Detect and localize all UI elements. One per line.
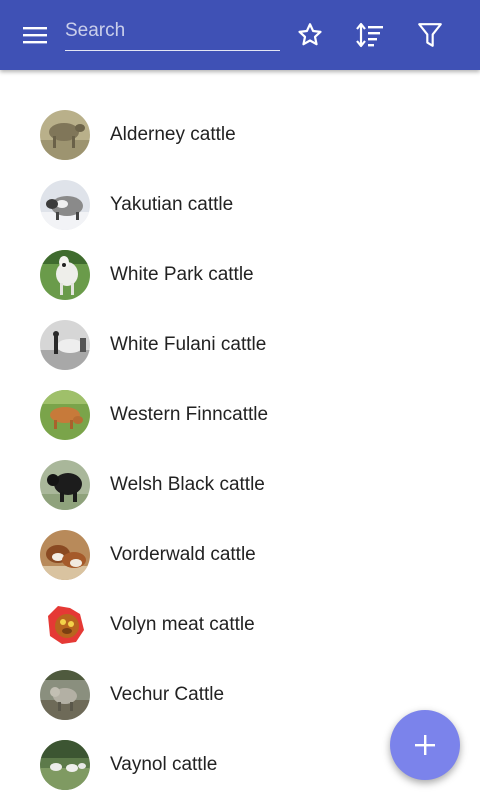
filter-button[interactable] <box>410 15 450 55</box>
vechur-cattle-photo <box>40 670 90 720</box>
yakutian-cattle-photo <box>40 180 90 230</box>
list-item-label: Vaynol cattle <box>110 754 218 775</box>
list-item[interactable]: Yakutian cattle <box>0 170 480 240</box>
vorderwald-cattle-photo <box>40 530 90 580</box>
plus-icon <box>415 735 435 755</box>
western-finncattle-photo <box>40 390 90 440</box>
list-item[interactable]: Alderney cattle <box>0 100 480 170</box>
list-item-label: Vechur Cattle <box>110 684 225 705</box>
volyn-meat-cattle-photo <box>40 600 90 650</box>
list-item-label: Yakutian cattle <box>110 194 234 215</box>
list-item-label: Vorderwald cattle <box>110 544 256 565</box>
list-item-label: Alderney cattle <box>110 124 236 145</box>
hamburger-menu-icon <box>23 27 47 44</box>
search-field <box>65 14 280 51</box>
list-item-label: Volyn meat cattle <box>110 614 255 635</box>
alderney-cattle-photo <box>40 110 90 160</box>
white-park-cattle-photo <box>40 250 90 300</box>
filter-icon <box>418 23 442 47</box>
list-item[interactable]: Welsh Black cattle <box>0 450 480 520</box>
white-fulani-cattle-photo <box>40 320 90 370</box>
list-item[interactable]: White Fulani cattle <box>0 310 480 380</box>
breed-list: Alderney cattle Yakutian cattle White Pa… <box>0 100 480 800</box>
menu-button[interactable] <box>15 15 55 55</box>
vaynol-cattle-photo <box>40 740 90 790</box>
list-item-label: White Park cattle <box>110 264 254 285</box>
sort-icon <box>356 22 383 48</box>
app-bar <box>0 0 480 70</box>
welsh-black-cattle-photo <box>40 460 90 510</box>
list-item[interactable]: Western Finncattle <box>0 380 480 450</box>
list-item[interactable]: Vorderwald cattle <box>0 520 480 590</box>
search-input[interactable] <box>65 14 280 48</box>
list-item-label: Welsh Black cattle <box>110 474 265 495</box>
favorites-button[interactable] <box>290 15 330 55</box>
list-item-label: Western Finncattle <box>110 404 269 425</box>
list-item[interactable]: White Park cattle <box>0 240 480 310</box>
list-item-label: White Fulani cattle <box>110 334 267 355</box>
list-item[interactable]: Volyn meat cattle <box>0 590 480 660</box>
star-outline-icon <box>298 23 322 46</box>
sort-button[interactable] <box>350 15 390 55</box>
add-button[interactable] <box>390 710 460 780</box>
